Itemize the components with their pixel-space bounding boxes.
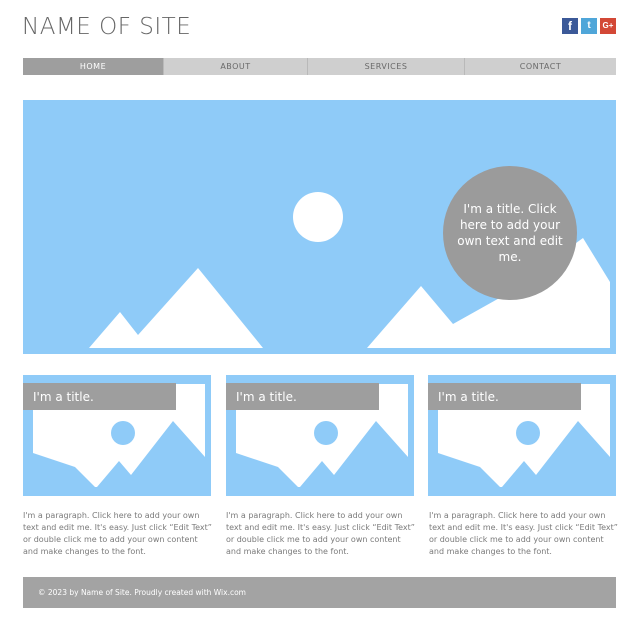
card-image[interactable]: I'm a title. bbox=[23, 375, 211, 496]
card-paragraph[interactable]: I'm a paragraph. Click here to add your … bbox=[226, 510, 418, 558]
hero-image[interactable]: I'm a title. Click here to add your own … bbox=[23, 100, 616, 354]
footer-text[interactable]: © 2023 by Name of Site. Proudly created … bbox=[38, 588, 246, 597]
hero-title-bubble[interactable]: I'm a title. Click here to add your own … bbox=[443, 166, 577, 300]
card-image[interactable]: I'm a title. bbox=[428, 375, 616, 496]
google-plus-icon[interactable]: G+ bbox=[600, 18, 616, 34]
main-nav: HOME ABOUT SERVICES CONTACT bbox=[23, 58, 616, 75]
nav-services[interactable]: SERVICES bbox=[307, 58, 464, 75]
site-title[interactable]: NAME OF SITE bbox=[22, 14, 191, 40]
hero-title: I'm a title. Click here to add your own … bbox=[457, 202, 563, 264]
nav-about[interactable]: ABOUT bbox=[163, 58, 307, 75]
card-title[interactable]: I'm a title. bbox=[428, 383, 581, 410]
card-image[interactable]: I'm a title. bbox=[226, 375, 414, 496]
card-title[interactable]: I'm a title. bbox=[23, 383, 176, 410]
facebook-icon[interactable]: f bbox=[562, 18, 578, 34]
card-title[interactable]: I'm a title. bbox=[226, 383, 379, 410]
card-paragraph[interactable]: I'm a paragraph. Click here to add your … bbox=[23, 510, 215, 558]
social-links: f t G+ bbox=[562, 18, 616, 34]
footer: © 2023 by Name of Site. Proudly created … bbox=[23, 577, 616, 608]
twitter-icon[interactable]: t bbox=[581, 18, 597, 34]
nav-contact[interactable]: CONTACT bbox=[464, 58, 616, 75]
nav-home[interactable]: HOME bbox=[23, 58, 163, 75]
sun-shape bbox=[293, 192, 343, 242]
card-paragraph[interactable]: I'm a paragraph. Click here to add your … bbox=[429, 510, 621, 558]
